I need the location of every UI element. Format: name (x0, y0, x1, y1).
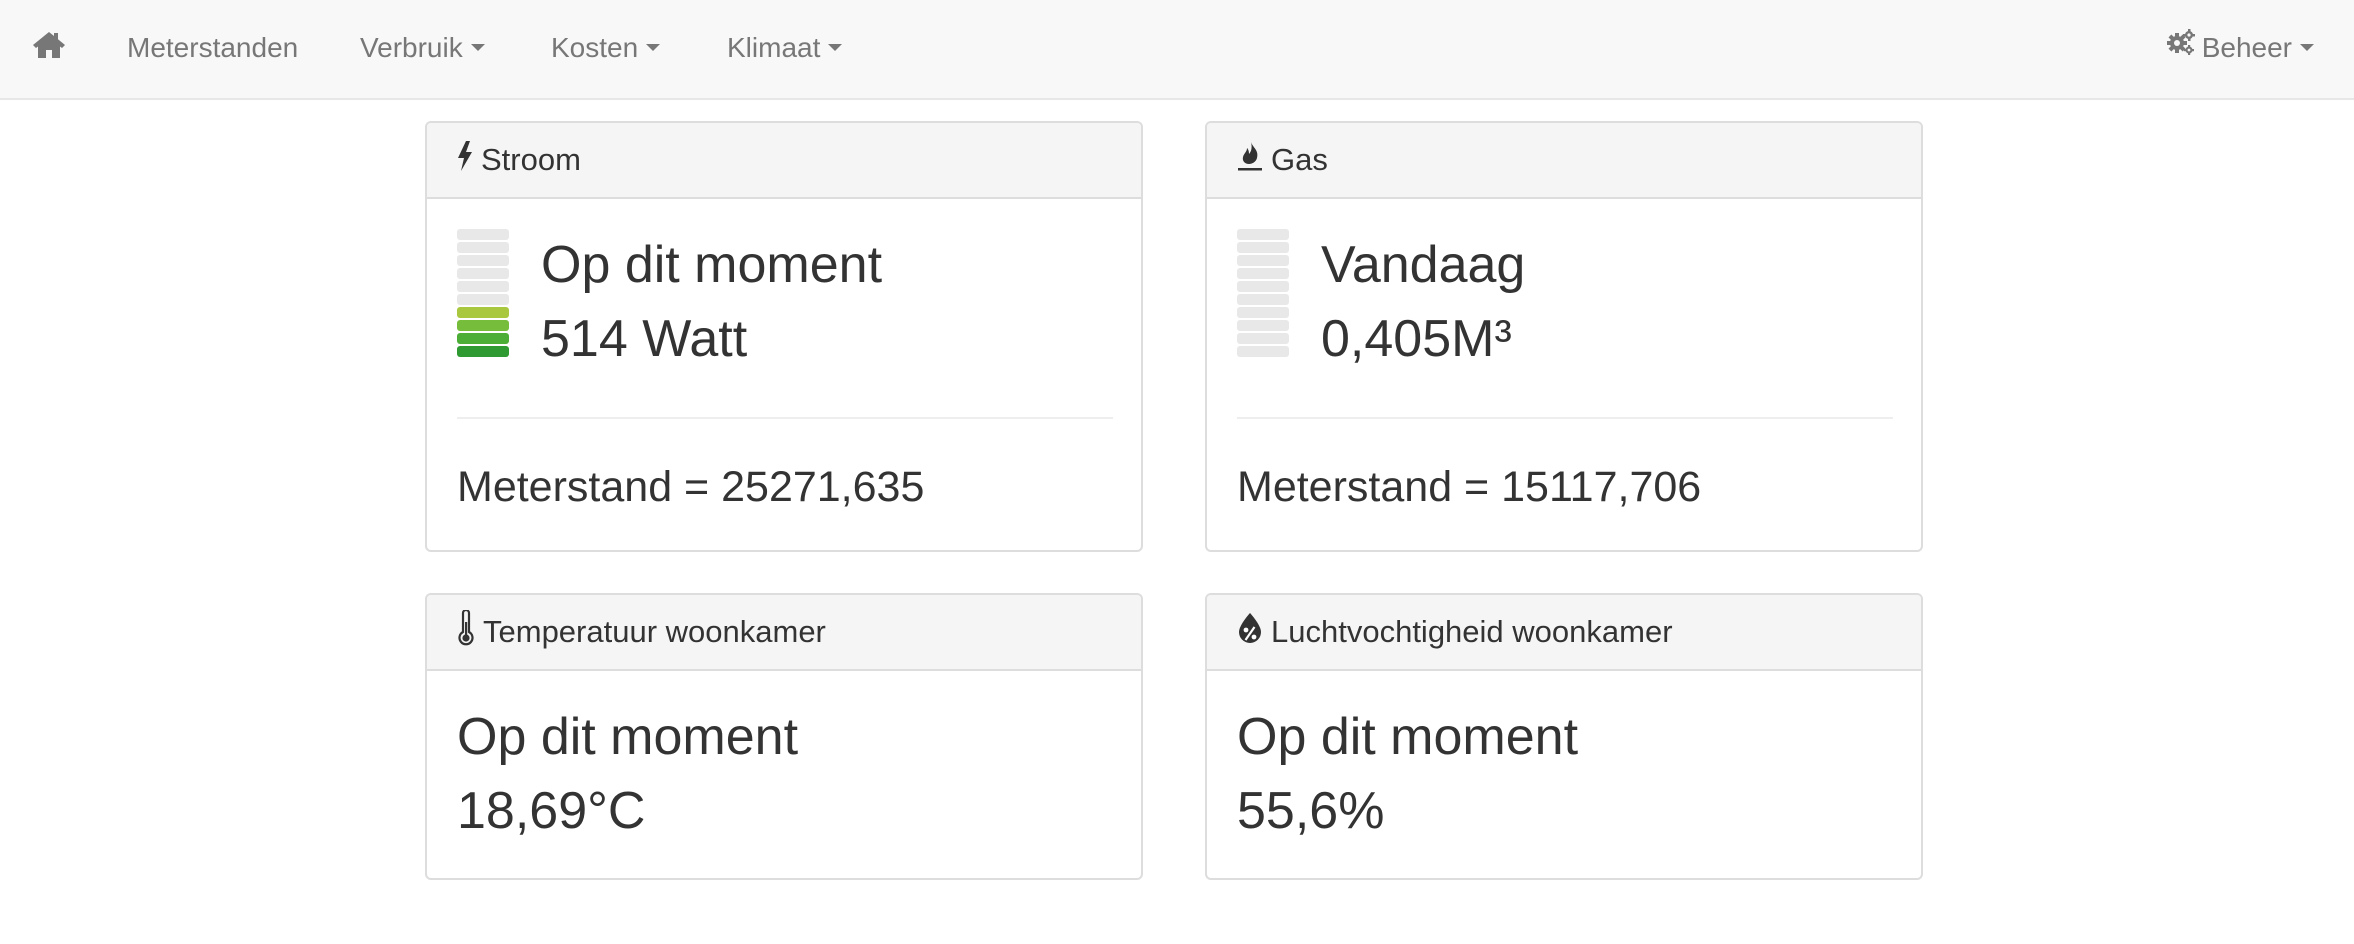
gas-panel: Gas Vandaag 0,405M³ Meterstand = 15117,7… (1205, 121, 1923, 552)
luchtvochtigheid-panel-title: Luchtvochtigheid woonkamer (1271, 614, 1673, 649)
nav-meterstanden[interactable]: Meterstanden (127, 0, 298, 98)
caret-down-icon (2300, 44, 2314, 52)
gas-value: 0,405M³ (1321, 310, 1512, 368)
temperatuur-caption: Op dit moment (457, 708, 799, 766)
meter-segment (457, 281, 509, 292)
meter-segment (1237, 255, 1289, 266)
nav-kosten-dropdown[interactable]: Kosten (551, 0, 661, 98)
humidity-icon (1237, 612, 1263, 652)
stroom-meterstand: Meterstand = 25271,635 (457, 463, 925, 511)
gas-caption: Vandaag (1321, 236, 1526, 294)
gears-icon (2166, 0, 2196, 95)
meter-segment (457, 294, 509, 305)
meter-segment (457, 346, 509, 357)
meter-segment (457, 255, 509, 266)
gas-usage-meter (1237, 229, 1289, 369)
stroom-panel-heading: Stroom (427, 123, 1141, 199)
nav-klimaat-label: Klimaat (727, 32, 821, 63)
gas-panel-heading: Gas (1207, 123, 1921, 199)
nav-kosten-label: Kosten (551, 32, 639, 63)
temperatuur-panel-title: Temperatuur woonkamer (483, 614, 826, 649)
meter-segment (1237, 346, 1289, 357)
meter-segment (457, 307, 509, 318)
gas-meterstand: Meterstand = 15117,706 (1237, 463, 1702, 511)
temperatuur-value: 18,69°C (457, 782, 646, 840)
luchtvochtigheid-panel-heading: Luchtvochtigheid woonkamer (1207, 595, 1921, 671)
nav-verbruik-dropdown[interactable]: Verbruik (360, 0, 485, 98)
meter-segment (457, 320, 509, 331)
nav-klimaat-dropdown[interactable]: Klimaat (727, 0, 843, 98)
stroom-value: 514 Watt (541, 310, 748, 368)
stroom-caption: Op dit moment (541, 236, 883, 294)
meter-segment (457, 333, 509, 344)
stroom-usage-meter (457, 229, 509, 369)
nav-meterstanden-label: Meterstanden (127, 32, 299, 63)
caret-down-icon (828, 44, 843, 52)
stroom-panel: Stroom Op dit moment 514 Watt Meterstand… (425, 121, 1143, 552)
gas-panel-title: Gas (1271, 142, 1328, 177)
meter-segment (457, 229, 509, 240)
nav-verbruik-label: Verbruik (360, 32, 463, 63)
meter-segment (1237, 307, 1289, 318)
meter-segment (1237, 268, 1289, 279)
home-icon[interactable] (32, 30, 68, 66)
meter-segment (1237, 294, 1289, 305)
bolt-icon (457, 141, 473, 179)
temperatuur-panel: Temperatuur woonkamer Op dit moment 18,6… (425, 593, 1143, 880)
top-navbar: Meterstanden Verbruik Kosten Klimaat Beh… (0, 0, 2354, 100)
meter-segment (1237, 281, 1289, 292)
luchtvochtigheid-caption: Op dit moment (1237, 708, 1579, 766)
stroom-divider (457, 417, 1113, 419)
meter-segment (457, 242, 509, 253)
nav-beheer-label: Beheer (2201, 32, 2292, 63)
gas-divider (1237, 417, 1893, 419)
caret-down-icon (646, 44, 661, 52)
nav-beheer-dropdown[interactable]: Beheer (2166, 0, 2314, 98)
meter-segment (1237, 320, 1289, 331)
fire-icon (1237, 140, 1263, 180)
luchtvochtigheid-panel: Luchtvochtigheid woonkamer Op dit moment… (1205, 593, 1923, 880)
stroom-panel-title: Stroom (481, 142, 581, 177)
temperatuur-panel-heading: Temperatuur woonkamer (427, 595, 1141, 671)
caret-down-icon (470, 44, 485, 52)
luchtvochtigheid-value: 55,6% (1237, 782, 1385, 840)
meter-segment (1237, 242, 1289, 253)
meter-segment (1237, 333, 1289, 344)
meter-segment (457, 268, 509, 279)
meter-segment (1237, 229, 1289, 240)
thermometer-icon (457, 608, 475, 654)
